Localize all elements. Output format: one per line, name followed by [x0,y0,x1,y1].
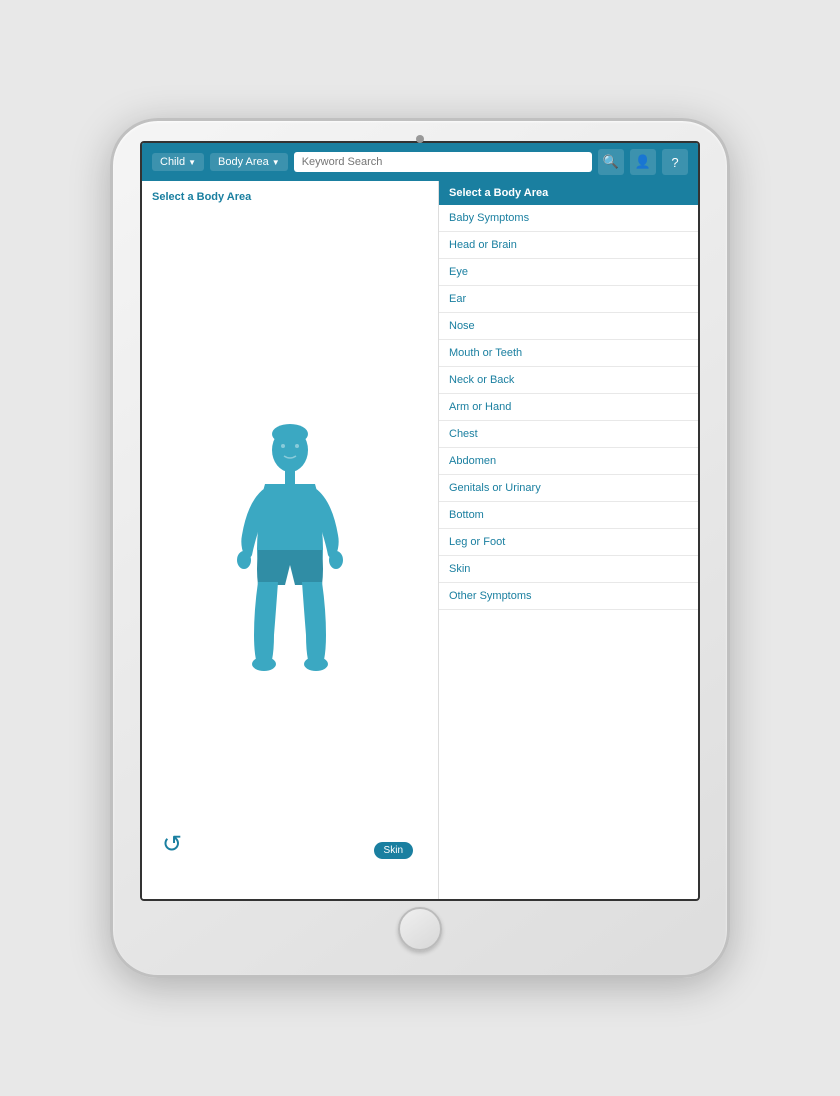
symptom-item[interactable]: Abdomen [439,448,698,475]
symptom-item[interactable]: Ear [439,286,698,313]
app-header: Child ▼ Body Area ▼ 🔍 👤 ? [142,143,698,181]
symptom-item[interactable]: Head or Brain [439,232,698,259]
rotate-button[interactable]: ↺ [162,830,182,859]
symptoms-panel: Select a Body Area Baby SymptomsHead or … [438,181,698,899]
help-icon: ? [671,155,678,170]
body-figure-panel: Select a Body Area [142,181,438,899]
symptom-item[interactable]: Nose [439,313,698,340]
symptom-item[interactable]: Mouth or Teeth [439,340,698,367]
symptoms-panel-header: Select a Body Area [439,181,698,205]
person-button[interactable]: 👤 [630,149,656,175]
symptom-item[interactable]: Skin [439,556,698,583]
search-button[interactable]: 🔍 [598,149,624,175]
child-arrow-icon: ▼ [188,158,196,167]
body-area-dropdown-btn[interactable]: Body Area ▼ [210,153,288,171]
tablet-camera [416,135,424,143]
tablet-screen: Child ▼ Body Area ▼ 🔍 👤 ? Select a Body … [140,141,700,901]
body-panel-title: Select a Body Area [152,191,428,203]
body-area-arrow-icon: ▼ [272,158,280,167]
symptom-item[interactable]: Genitals or Urinary [439,475,698,502]
symptoms-list: Baby SymptomsHead or BrainEyeEarNoseMout… [439,205,698,899]
figure-container: ↺ Skin [152,211,428,889]
child-dropdown-btn[interactable]: Child ▼ [152,153,204,171]
person-icon: 👤 [635,154,651,170]
symptom-item[interactable]: Arm or Hand [439,394,698,421]
body-area-label: Body Area [218,156,269,168]
search-icon: 🔍 [603,154,619,170]
symptom-item[interactable]: Bottom [439,502,698,529]
help-button[interactable]: ? [662,149,688,175]
skin-button[interactable]: Skin [374,842,413,859]
symptom-item[interactable]: Chest [439,421,698,448]
tablet-home-button[interactable] [398,907,442,951]
child-label: Child [160,156,185,168]
human-figure-svg[interactable] [230,420,350,680]
symptom-item[interactable]: Neck or Back [439,367,698,394]
symptom-item[interactable]: Leg or Foot [439,529,698,556]
symptom-item[interactable]: Eye [439,259,698,286]
symptom-item[interactable]: Other Symptoms [439,583,698,610]
app-body: Select a Body Area [142,181,698,899]
keyword-search-input[interactable] [294,152,592,172]
tablet-device: Child ▼ Body Area ▼ 🔍 👤 ? Select a Body … [110,118,730,978]
symptom-item[interactable]: Baby Symptoms [439,205,698,232]
